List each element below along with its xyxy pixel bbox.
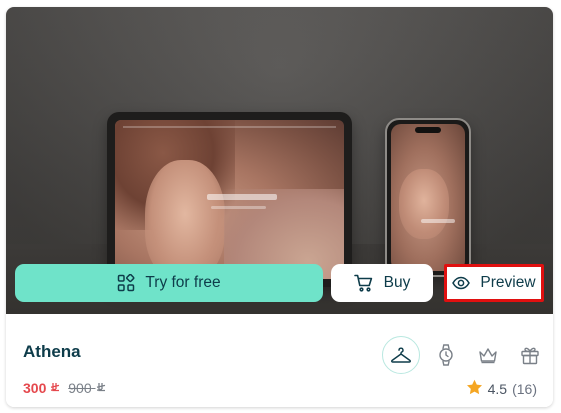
- card-footer: Athena 300 900 4.5 (16): [6, 314, 553, 407]
- crown-icon[interactable]: [472, 339, 504, 371]
- preview-button[interactable]: Preview: [444, 264, 544, 302]
- try-for-free-label: Try for free: [145, 274, 221, 291]
- tablet-mockup: [107, 112, 352, 287]
- price-old: 900: [68, 380, 106, 396]
- eye-icon: [452, 276, 471, 290]
- price: 300 900: [23, 380, 107, 396]
- grid-icon: [117, 274, 135, 292]
- watch-icon[interactable]: [430, 339, 462, 371]
- buy-button[interactable]: Buy: [331, 264, 433, 302]
- cart-icon: [353, 274, 374, 292]
- buy-label: Buy: [383, 274, 411, 291]
- try-for-free-button[interactable]: Try for free: [15, 264, 323, 302]
- theme-card: Try for free Buy Preview Athena 300 900 …: [6, 7, 553, 407]
- rating-value: 4.5: [487, 380, 508, 397]
- star-icon: [466, 379, 483, 398]
- phone-mockup: [385, 118, 471, 277]
- currency-icon: [50, 380, 61, 396]
- rating: 4.5 (16): [466, 379, 537, 398]
- preview-label: Preview: [480, 274, 536, 291]
- price-current: 300: [23, 380, 61, 396]
- currency-icon: [96, 380, 107, 396]
- rating-count: (16): [512, 380, 537, 397]
- hanger-icon[interactable]: [382, 336, 420, 374]
- gift-icon[interactable]: [514, 339, 546, 371]
- category-icons: [382, 336, 546, 374]
- product-title: Athena: [23, 342, 81, 361]
